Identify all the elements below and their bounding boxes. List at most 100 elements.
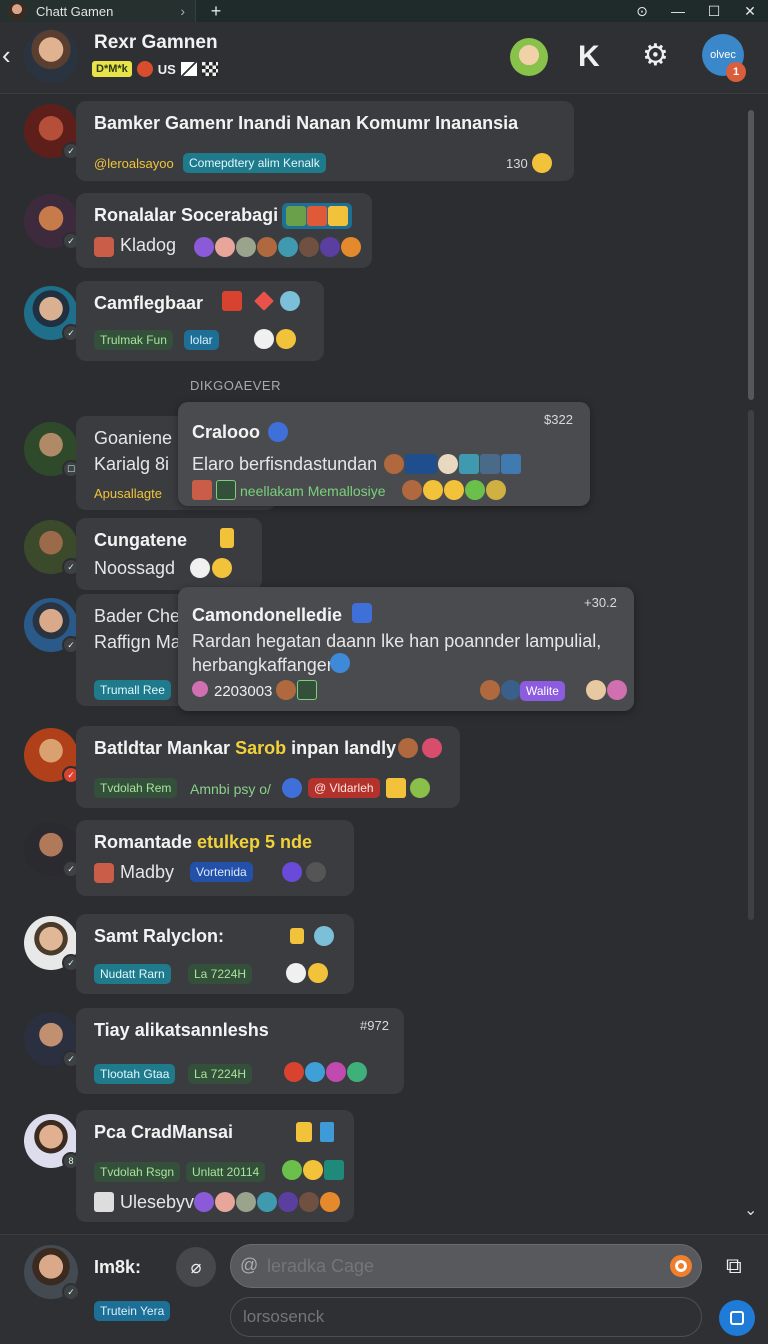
message-tag[interactable]: Tvdolah Rem [94, 778, 178, 798]
emoji-icon [607, 680, 627, 700]
send-button[interactable] [719, 1300, 755, 1336]
message-avatar[interactable]: 8 [24, 1114, 80, 1170]
message-preview-card[interactable]: Camondonelledie +30.2 Rardan hegatan daa… [178, 587, 634, 711]
message-avatar[interactable]: ✓ [24, 520, 80, 576]
self-avatar[interactable]: ✓ [24, 1245, 80, 1301]
mention-link[interactable]: Apusallagte [94, 486, 162, 501]
message-tag[interactable]: Comepdtery alim Kenalk [183, 153, 326, 173]
secondary-input[interactable] [230, 1297, 702, 1337]
chevron-right-icon[interactable]: › [180, 3, 185, 19]
emoji-icon [278, 237, 298, 257]
tab-title: Chatt Gamen [36, 3, 114, 19]
emoji-icon [276, 680, 296, 700]
message-avatar[interactable]: ✓ [24, 916, 80, 972]
message-tag[interactable]: Vortenida [190, 862, 253, 882]
copy-icon[interactable]: ⧉ [726, 1253, 742, 1279]
highlight-text: Sarob [235, 738, 287, 758]
message-tag[interactable]: lolar [184, 330, 219, 350]
minimize-button[interactable]: — [660, 3, 696, 19]
message-scrollbar[interactable] [748, 110, 754, 920]
message-avatar[interactable]: ✓ [24, 822, 80, 878]
preview-title: Cralooo [192, 422, 261, 442]
message-tag[interactable]: Tvdolah Rsgn [94, 1162, 181, 1182]
emoji-icon [480, 680, 500, 700]
emoji-row [284, 1062, 367, 1082]
scrollbar-track[interactable] [748, 410, 754, 920]
message-input[interactable] [230, 1244, 702, 1288]
history-icon[interactable]: ⊙ [624, 3, 660, 20]
record-icon[interactable] [670, 1255, 692, 1277]
preview-count: 2203003 [214, 683, 273, 700]
composer-tag[interactable]: Trutein Yera [94, 1301, 171, 1321]
star-icon [282, 778, 302, 798]
message-avatar[interactable]: ✓ [24, 104, 80, 160]
scrollbar-thumb[interactable] [748, 110, 754, 400]
message-tag[interactable]: La 7224H [188, 964, 253, 984]
chevron-down-icon[interactable]: ⌄ [744, 1200, 757, 1220]
message-sender: Ronalalar Socerabagi [94, 205, 279, 225]
back-icon[interactable]: ‹ [2, 40, 22, 71]
user-profile-button[interactable]: olvec 1 [702, 34, 746, 82]
message-text: Kladog [120, 235, 177, 255]
emoji-icon [257, 1192, 277, 1212]
new-tab-button[interactable]: + [196, 1, 236, 22]
emoji-icon [501, 454, 521, 474]
emoji-icon [282, 1160, 302, 1180]
sparkle-icon [410, 778, 430, 798]
gear-badge-icon [268, 422, 288, 442]
mention-link[interactable]: @leroalsayoo [94, 156, 174, 171]
message-tag[interactable]: Nudatt Rarn [94, 964, 171, 984]
maximize-button[interactable]: ☐ [696, 3, 732, 20]
message-sender: Samt Ralyclon: [94, 926, 225, 946]
contact-name: Rexr Gamnen [94, 32, 218, 53]
emoji-icon [236, 1192, 256, 1212]
emoji-icon [194, 1192, 214, 1212]
emoji-icon [299, 1192, 319, 1212]
emoji-icon [324, 1160, 344, 1180]
message-tag[interactable]: La 7224H [188, 1064, 253, 1084]
no-icon [254, 329, 274, 349]
attach-icon[interactable]: ⌀ [176, 1247, 216, 1287]
friend-avatar[interactable] [510, 38, 548, 76]
window-titlebar: Chatt Gamen › + ⊙ — ☐ ✕ [0, 0, 768, 22]
message-avatar[interactable]: ✓ [24, 194, 80, 250]
message-avatar[interactable]: ☐ [24, 422, 80, 478]
message-tag[interactable]: Trulmak Fun [94, 330, 173, 350]
close-button[interactable]: ✕ [732, 3, 768, 20]
preview-text-line1: Rardan hegatan daann lke han poannder la… [192, 631, 602, 651]
message-avatar[interactable]: ✓ [24, 286, 80, 342]
message-bubble: Camflegbaar Trulmak Fun lolar [76, 281, 324, 361]
arrow-icon [330, 653, 350, 673]
message-tag[interactable]: Trumall Ree [94, 680, 171, 700]
kick-icon[interactable]: K [578, 40, 600, 74]
message-time: #972 [360, 1018, 389, 1033]
message-avatar[interactable]: ✓ [24, 728, 80, 784]
emoji-icon [326, 1062, 346, 1082]
message-preview-card[interactable]: Cralooo $322 Elaro berfisndastundan neel… [178, 402, 590, 506]
message-tag[interactable]: Walite [520, 681, 565, 701]
contact-avatar[interactable] [24, 29, 78, 83]
sparkle-icon [280, 291, 300, 311]
browser-tab[interactable]: Chatt Gamen › [0, 0, 196, 22]
message-avatar[interactable]: ✓ [24, 1012, 80, 1068]
crown-icon [328, 206, 348, 226]
message-tag[interactable]: Unlatt 20114 [186, 1162, 266, 1182]
emoji-row [586, 680, 627, 700]
send-icon [730, 1311, 744, 1325]
message-bubble: Romantade etulkep 5 nde Madby Vortenida [76, 820, 354, 896]
emoji-icon [586, 680, 606, 700]
message-tag[interactable]: Tlootah Gtaa [94, 1064, 176, 1084]
emoji-icon [398, 738, 418, 758]
sender-name-rest: inpan landly [291, 738, 397, 758]
preview-title: Camondonelledie [192, 605, 343, 625]
emoji-icon [384, 454, 404, 474]
gear-icon[interactable]: ⚙ [642, 38, 669, 73]
message-avatar[interactable]: ✓ [24, 598, 80, 654]
game-icon [286, 206, 306, 226]
image-icon [94, 1192, 114, 1212]
preview-subtext: neellakam Memallosiye [240, 483, 386, 499]
preview-text-line2: herbangkaffanger [192, 655, 333, 675]
emoji-row [282, 1160, 344, 1180]
mention-icon: @ [240, 1255, 259, 1275]
message-tag[interactable]: @ Vldarleh [308, 778, 380, 798]
